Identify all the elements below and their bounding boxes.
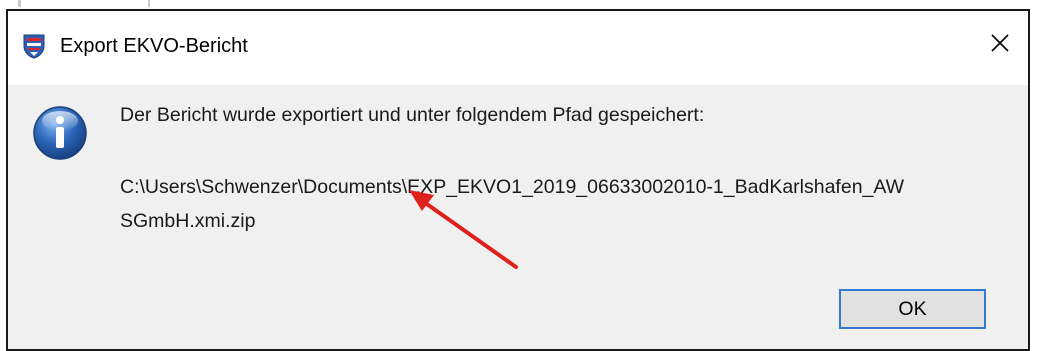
dialog-body: Der Bericht wurde exportiert und unter f… [8, 85, 1028, 349]
dialog-titlebar[interactable]: Export EKVO-Bericht [8, 11, 1028, 85]
dialog-title: Export EKVO-Bericht [60, 35, 248, 57]
info-icon [32, 105, 88, 161]
export-path-line-2: SGmbH.xmi.zip [120, 210, 256, 232]
export-path-line-1: C:\Users\Schwenzer\Documents\EXP_EKVO1_2… [120, 176, 905, 198]
export-dialog: Export EKVO-Bericht Der Bericht wurde ex… [6, 9, 1030, 351]
close-button[interactable] [978, 25, 1022, 65]
ok-button[interactable]: OK [839, 289, 986, 329]
background-window-edge [18, 0, 21, 7]
export-path[interactable]: C:\Users\Schwenzer\Documents\EXP_EKVO1_2… [120, 170, 1025, 238]
background-window-edge [148, 0, 150, 7]
background-window [0, 0, 1038, 9]
coat-of-arms-icon [22, 33, 46, 59]
screenshot: Export EKVO-Bericht Der Bericht wurde ex… [0, 0, 1038, 351]
close-icon [990, 33, 1010, 58]
dialog-message: Der Bericht wurde exportiert und unter f… [120, 104, 705, 126]
